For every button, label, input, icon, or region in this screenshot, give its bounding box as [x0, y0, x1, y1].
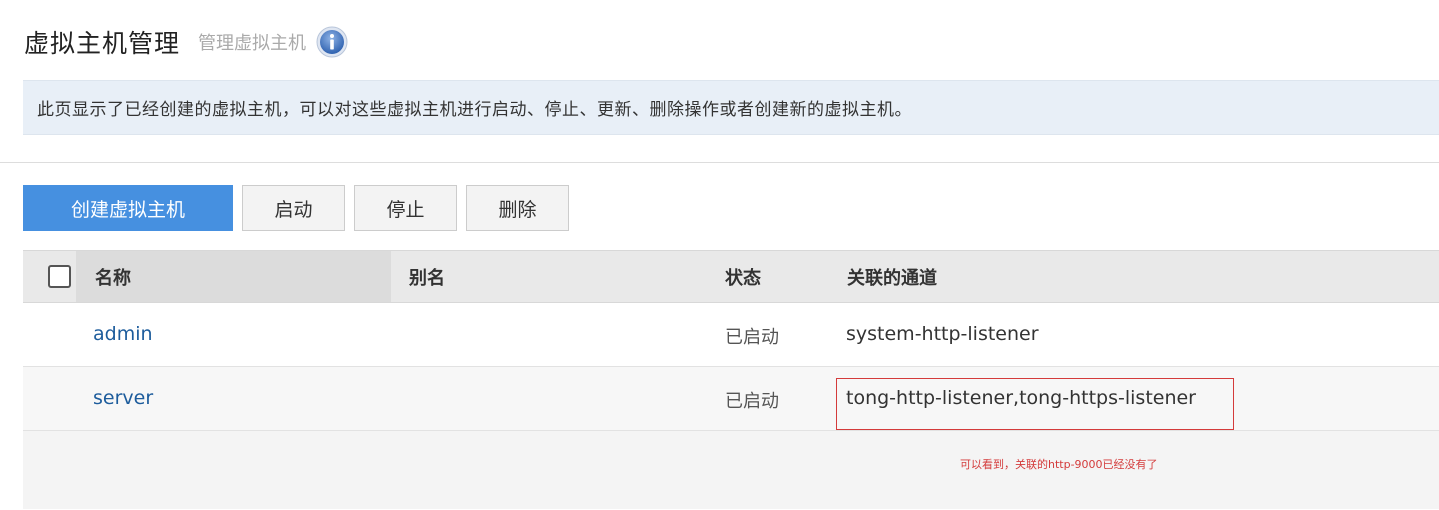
stop-button[interactable]: 停止: [354, 185, 457, 231]
toolbar: 创建虚拟主机 启动 停止 删除: [23, 185, 578, 231]
annotation-text: 可以看到，关联的http-9000已经没有了: [960, 458, 1158, 471]
host-name-link[interactable]: admin: [93, 323, 153, 345]
create-virtual-host-button[interactable]: 创建虚拟主机: [23, 185, 233, 231]
table-footer: [23, 431, 1439, 509]
column-header-alias[interactable]: 别名: [409, 264, 445, 290]
column-header-status[interactable]: 状态: [725, 264, 761, 290]
table-row[interactable]: admin 已启动 system-http-listener: [23, 303, 1439, 367]
column-header-channel[interactable]: 关联的通道: [847, 264, 937, 290]
host-status: 已启动: [725, 327, 779, 348]
description-panel: 此页显示了已经创建的虚拟主机，可以对这些虚拟主机进行启动、停止、更新、删除操作或…: [23, 80, 1439, 135]
section-divider: [0, 162, 1439, 163]
page-subtitle: 管理虚拟主机: [198, 33, 307, 54]
host-status: 已启动: [725, 391, 779, 412]
column-header-name[interactable]: 名称: [95, 264, 131, 290]
page-header: 虚拟主机管理 管理虚拟主机: [24, 22, 348, 62]
select-all-checkbox[interactable]: [48, 265, 71, 288]
annotation-highlight-box: [836, 378, 1234, 430]
info-icon[interactable]: [316, 26, 348, 58]
table-header: 名称 别名 状态 关联的通道: [23, 250, 1439, 303]
host-name-link[interactable]: server: [93, 387, 153, 409]
start-button[interactable]: 启动: [242, 185, 345, 231]
description-text: 此页显示了已经创建的虚拟主机，可以对这些虚拟主机进行启动、停止、更新、删除操作或…: [37, 100, 912, 120]
delete-button[interactable]: 删除: [466, 185, 569, 231]
host-channel: system-http-listener: [846, 323, 1039, 345]
page-title: 虚拟主机管理: [24, 29, 181, 58]
